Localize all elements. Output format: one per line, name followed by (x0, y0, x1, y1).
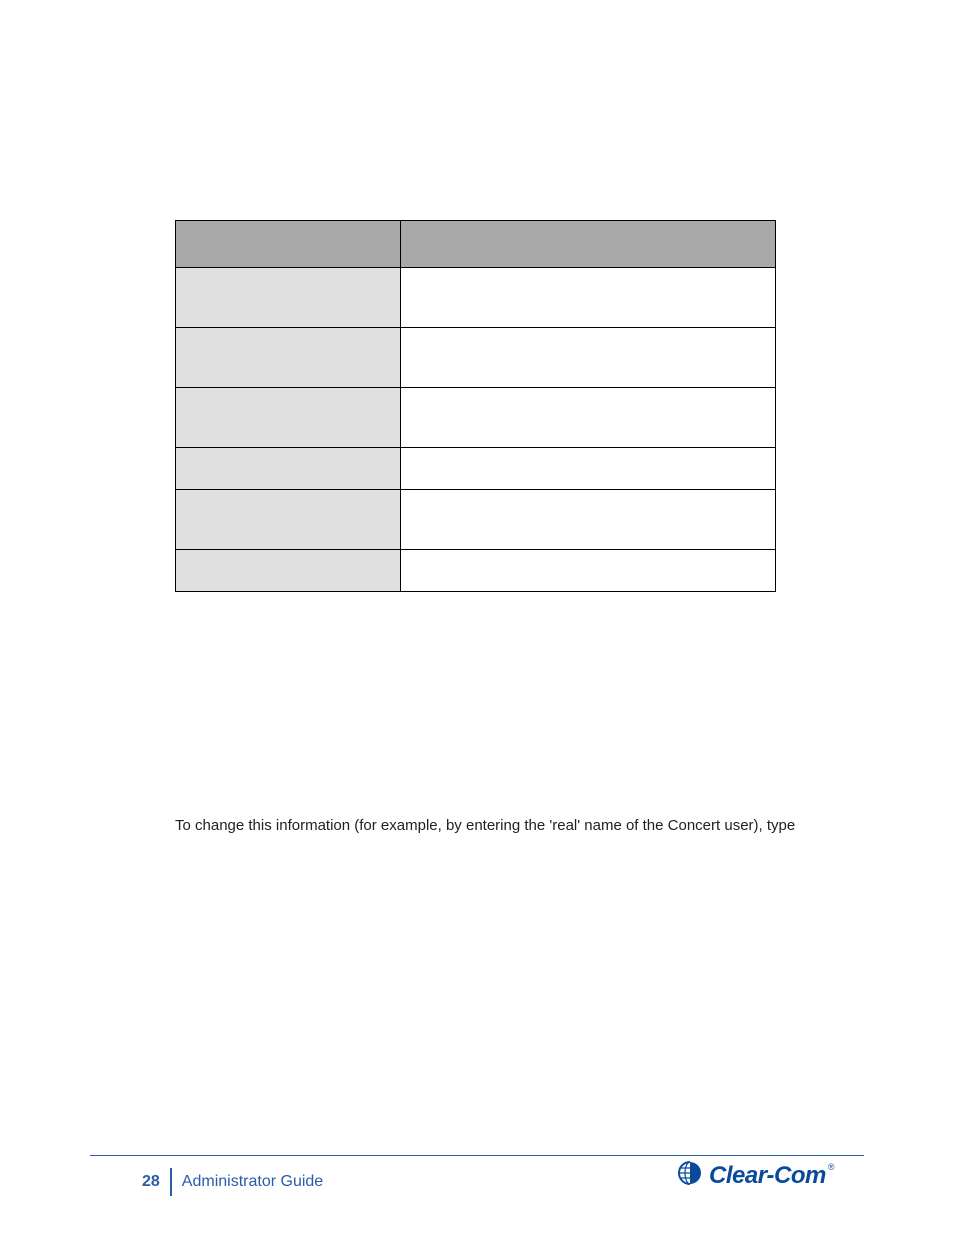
table-label-cell (176, 328, 401, 388)
registered-mark: ® (828, 1162, 834, 1172)
table-container (175, 220, 775, 592)
table-value-cell (401, 268, 776, 328)
table-row (176, 490, 776, 550)
table-row (176, 550, 776, 592)
table-value-cell (401, 388, 776, 448)
table-label-cell (176, 268, 401, 328)
logo-globe-icon (677, 1160, 703, 1191)
table-header-cell-2 (401, 221, 776, 268)
page: To change this information (for example,… (0, 0, 954, 1235)
page-number: 28 (142, 1173, 170, 1191)
table-value-cell (401, 328, 776, 388)
table-row (176, 328, 776, 388)
footer-title: Administrator Guide (182, 1173, 323, 1191)
footer-logo: Clear-Com® (677, 1160, 834, 1191)
table-label-cell (176, 388, 401, 448)
footer-separator (170, 1168, 172, 1196)
table-header-cell-1 (176, 221, 401, 268)
body-paragraph: To change this information (for example,… (175, 815, 875, 836)
footer-left: 28 Administrator Guide (142, 1168, 323, 1196)
table-label-cell (176, 448, 401, 490)
table-label-cell (176, 550, 401, 592)
table-label-cell (176, 490, 401, 550)
table-row (176, 448, 776, 490)
table-header-row (176, 221, 776, 268)
footer-divider (90, 1155, 864, 1156)
table-value-cell (401, 490, 776, 550)
logo-text: Clear-Com® (709, 1162, 834, 1190)
table-row (176, 268, 776, 328)
table-row (176, 388, 776, 448)
table-value-cell (401, 448, 776, 490)
table-value-cell (401, 550, 776, 592)
data-table (175, 220, 776, 592)
brand-name: Clear-Com (709, 1162, 826, 1189)
